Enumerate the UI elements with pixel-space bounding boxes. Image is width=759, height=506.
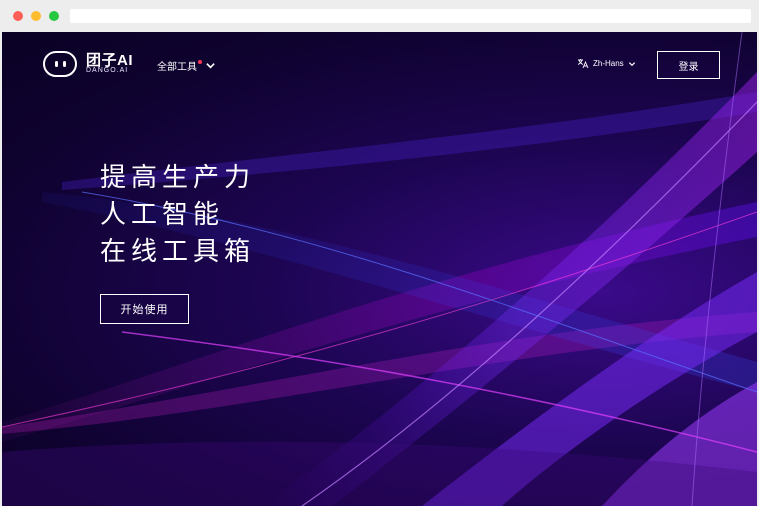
translate-icon bbox=[577, 59, 589, 69]
login-button[interactable]: 登录 bbox=[657, 51, 720, 79]
headline-line-2: 人工智能 bbox=[100, 200, 225, 230]
chevron-down-icon bbox=[206, 63, 215, 69]
browser-chrome bbox=[0, 0, 759, 32]
logo-eye-right bbox=[63, 61, 66, 67]
start-using-button[interactable]: 开始使用 bbox=[100, 294, 189, 324]
mochi-face-icon[interactable] bbox=[43, 51, 77, 77]
maximize-window-button[interactable] bbox=[49, 11, 59, 21]
address-bar[interactable] bbox=[70, 9, 751, 23]
chevron-down-icon bbox=[628, 61, 635, 66]
brand-subtitle: DANGO.AI bbox=[86, 67, 129, 74]
hero-page: 团子AI DANGO.AI 全部工具 Zh-Hans 登录 提高生产力 人工智能… bbox=[2, 32, 757, 506]
close-window-button[interactable] bbox=[13, 11, 23, 21]
language-selector[interactable]: Zh-Hans bbox=[577, 58, 636, 69]
notification-dot bbox=[198, 59, 202, 64]
hero-headline: 提高生产力 人工智能 在线工具箱 bbox=[100, 160, 255, 271]
minimize-window-button[interactable] bbox=[31, 11, 41, 21]
all-tools-label: 全部工具 bbox=[157, 62, 197, 73]
headline-line-3: 在线工具箱 bbox=[100, 237, 256, 267]
logo-eye-left bbox=[55, 61, 58, 67]
headline-line-1: 提高生产力 bbox=[100, 163, 256, 193]
all-tools-menu[interactable]: 全部工具 bbox=[157, 58, 216, 73]
language-label: Zh-Hans bbox=[593, 59, 624, 68]
